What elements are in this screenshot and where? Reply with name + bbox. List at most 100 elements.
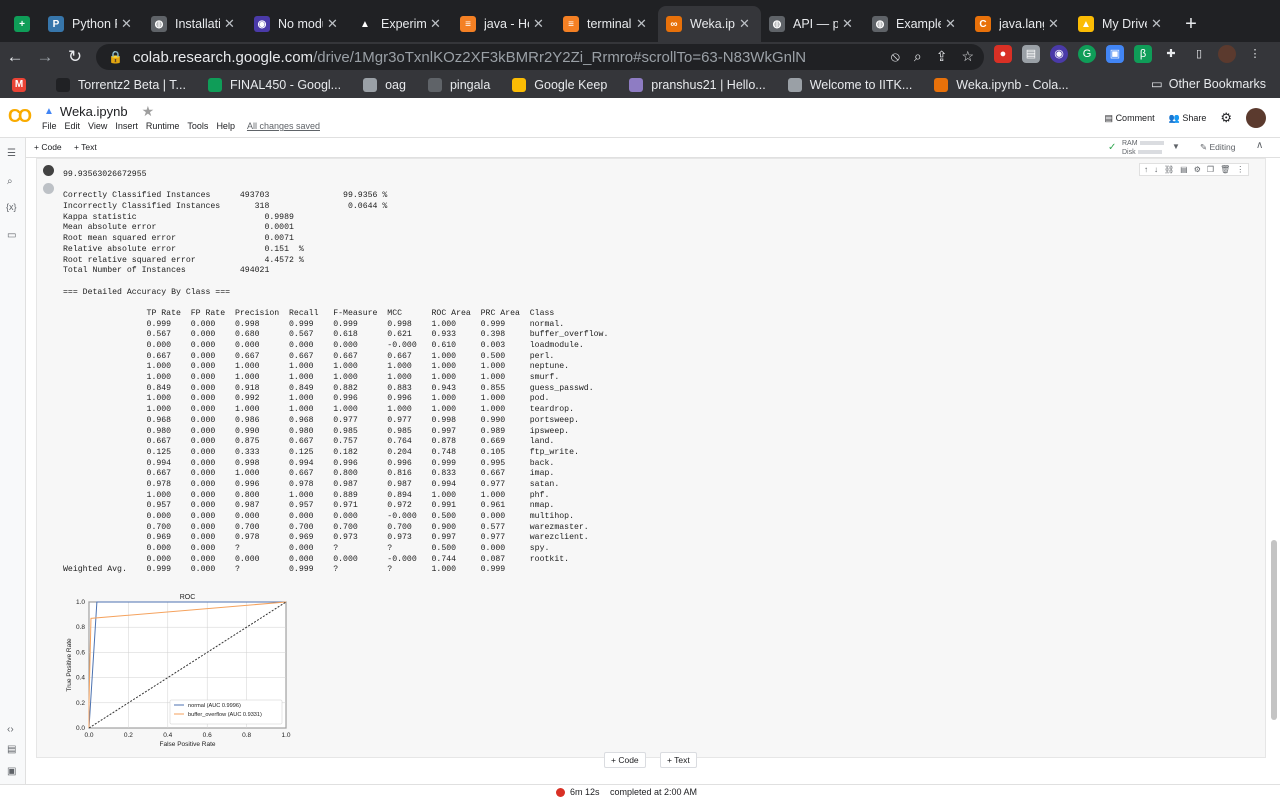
- profile-avatar[interactable]: [1218, 45, 1236, 63]
- back-icon[interactable]: ←: [0, 42, 30, 72]
- settings-gear-icon[interactable]: ⚙: [1194, 165, 1201, 174]
- comment-button[interactable]: ▤ Comment: [1105, 113, 1155, 124]
- scrollbar-thumb[interactable]: [1271, 540, 1277, 720]
- files-folder-icon[interactable]: ▭: [7, 230, 16, 241]
- bookmark-item[interactable]: pranshus21 | Hello...: [629, 78, 766, 92]
- output-actions-icon[interactable]: [43, 183, 54, 194]
- tab-close-icon[interactable]: ✕: [430, 16, 444, 32]
- collapse-icon[interactable]: ∧: [1256, 140, 1263, 151]
- menu-item-view[interactable]: View: [88, 121, 107, 131]
- bookmark-item[interactable]: FINAL450 - Googl...: [207, 78, 341, 92]
- tab-close-icon[interactable]: ✕: [636, 16, 650, 32]
- share-page-icon[interactable]: ⇪: [936, 48, 948, 65]
- menu-item-tools[interactable]: Tools: [187, 121, 208, 131]
- bookmark-favicon-icon: [56, 78, 70, 92]
- tab-close-icon[interactable]: ✕: [1151, 16, 1165, 32]
- tab-close-icon[interactable]: ✕: [739, 16, 753, 32]
- menu-item-help[interactable]: Help: [216, 121, 235, 131]
- zoom-icon[interactable]: ⌕: [914, 48, 922, 65]
- extension-beta-icon[interactable]: β: [1134, 45, 1152, 63]
- notifications-off-icon[interactable]: ⦸: [891, 48, 900, 65]
- chevron-down-icon[interactable]: ▼: [1172, 142, 1180, 151]
- variables-icon[interactable]: {x}: [6, 202, 17, 212]
- browser-tab[interactable]: ▲ My Drive ✕: [1070, 6, 1173, 42]
- mirror-cell-icon[interactable]: ❐: [1207, 165, 1214, 174]
- tab-favicon-icon: P: [48, 16, 64, 32]
- toc-icon[interactable]: ☰: [7, 148, 16, 159]
- notebook-title[interactable]: ▲ Weka.ipynb ★: [44, 103, 154, 120]
- command-palette-icon[interactable]: ▤: [7, 744, 16, 755]
- search-icon[interactable]: ⌕: [7, 176, 13, 187]
- comment-icon[interactable]: ▤: [1180, 165, 1188, 174]
- reload-icon[interactable]: ↻: [60, 42, 90, 72]
- notebook-filename[interactable]: Weka.ipynb: [60, 104, 128, 119]
- bookmark-item[interactable]: Google Keep: [512, 78, 607, 92]
- save-status[interactable]: All changes saved: [247, 121, 320, 131]
- menu-item-runtime[interactable]: Runtime: [146, 121, 180, 131]
- bookmark-item[interactable]: Torrentz2 Beta | T...: [56, 78, 186, 92]
- tab-close-icon[interactable]: ✕: [224, 16, 238, 32]
- tab-close-icon[interactable]: ✕: [121, 16, 135, 32]
- move-down-icon[interactable]: ↓: [1154, 165, 1158, 174]
- link-icon[interactable]: ⛓: [1164, 165, 1174, 174]
- menu-item-edit[interactable]: Edit: [65, 121, 81, 131]
- share-button[interactable]: 👥 Share: [1169, 113, 1207, 124]
- browser-tab[interactable]: ≡ java - Ho ✕: [452, 6, 555, 42]
- code-snippets-icon[interactable]: ‹›: [7, 724, 14, 735]
- editing-mode-button[interactable]: ✎ Editing: [1200, 142, 1236, 153]
- menu-item-insert[interactable]: Insert: [115, 121, 138, 131]
- add-code-button-bottom[interactable]: + Code: [604, 752, 646, 768]
- forward-icon[interactable]: →: [30, 42, 60, 72]
- browser-menu-icon[interactable]: ⋮: [1246, 45, 1264, 63]
- browser-tab[interactable]: ◍ Example ✕: [864, 6, 967, 42]
- tab-title: Installatio: [175, 17, 220, 31]
- more-options-icon[interactable]: ⋮: [1236, 165, 1244, 174]
- browser-tab[interactable]: Cjava.lang ✕: [967, 6, 1070, 42]
- add-text-button[interactable]: + Text: [74, 142, 97, 152]
- browser-tab[interactable]: +: [4, 6, 40, 42]
- other-bookmarks-button[interactable]: ▭ Other Bookmarks: [1151, 76, 1266, 92]
- move-up-icon[interactable]: ↑: [1144, 165, 1148, 174]
- terminal-icon[interactable]: ▣: [7, 766, 16, 777]
- extension-icon[interactable]: ▣: [1106, 45, 1124, 63]
- bookmark-item[interactable]: Weka.ipynb - Cola...: [934, 78, 1069, 92]
- tab-close-icon[interactable]: ✕: [1048, 16, 1062, 32]
- extension-icon[interactable]: ▤: [1022, 45, 1040, 63]
- add-code-button[interactable]: + Code: [34, 142, 62, 152]
- browser-tab[interactable]: ◍ Installatio ✕: [143, 6, 246, 42]
- extension-icon[interactable]: ◉: [1050, 45, 1068, 63]
- browser-tab[interactable]: ∞ Weka.ipy ✕: [658, 6, 761, 42]
- star-icon[interactable]: ★: [142, 103, 155, 120]
- avatar[interactable]: [1246, 108, 1266, 128]
- add-text-button-bottom[interactable]: + Text: [660, 752, 697, 768]
- url-field[interactable]: 🔒 colab.research.google.com/drive/1Mgr3o…: [96, 44, 984, 70]
- tab-close-icon[interactable]: ✕: [842, 16, 856, 32]
- table-row: 0.667 0.000 0.875 0.667 0.757 0.764 0.87…: [63, 437, 555, 447]
- tab-close-icon[interactable]: ✕: [533, 16, 547, 32]
- side-panel-icon[interactable]: ▯: [1190, 45, 1208, 63]
- bookmark-item[interactable]: oag: [363, 78, 406, 92]
- table-row: 1.000 0.000 1.000 1.000 1.000 1.000 1.00…: [63, 362, 570, 372]
- run-cell-icon[interactable]: [43, 165, 54, 176]
- bookmark-favicon-icon: [207, 78, 222, 92]
- bookmark-star-icon[interactable]: ☆: [961, 48, 974, 65]
- bookmark-item[interactable]: pingala: [427, 78, 490, 92]
- delete-icon[interactable]: 🗑: [1220, 165, 1230, 174]
- tab-close-icon[interactable]: ✕: [945, 16, 959, 32]
- browser-tab[interactable]: ◉ No modu ✕: [246, 6, 349, 42]
- browser-tab[interactable]: ▲ Experime ✕: [349, 6, 452, 42]
- menu-item-file[interactable]: File: [42, 121, 57, 131]
- bookmark-item[interactable]: Welcome to IITK...: [787, 78, 912, 92]
- new-tab-icon[interactable]: +: [1173, 6, 1209, 42]
- bookmark-item[interactable]: M: [12, 78, 34, 92]
- browser-tab[interactable]: ≡ terminal ✕: [555, 6, 658, 42]
- grammarly-icon[interactable]: G: [1078, 45, 1096, 63]
- extensions-puzzle-icon[interactable]: ✚: [1162, 45, 1180, 63]
- browser-tab[interactable]: ◍ API — py ✕: [761, 6, 864, 42]
- ram-disk-indicator[interactable]: RAM Disk: [1122, 139, 1164, 157]
- extension-icon[interactable]: ●: [994, 45, 1012, 63]
- tab-close-icon[interactable]: ✕: [327, 16, 341, 32]
- browser-tab[interactable]: P Python R ✕: [40, 6, 143, 42]
- colab-logo[interactable]: CO: [8, 106, 34, 126]
- settings-gear-icon[interactable]: ⚙: [1220, 110, 1232, 126]
